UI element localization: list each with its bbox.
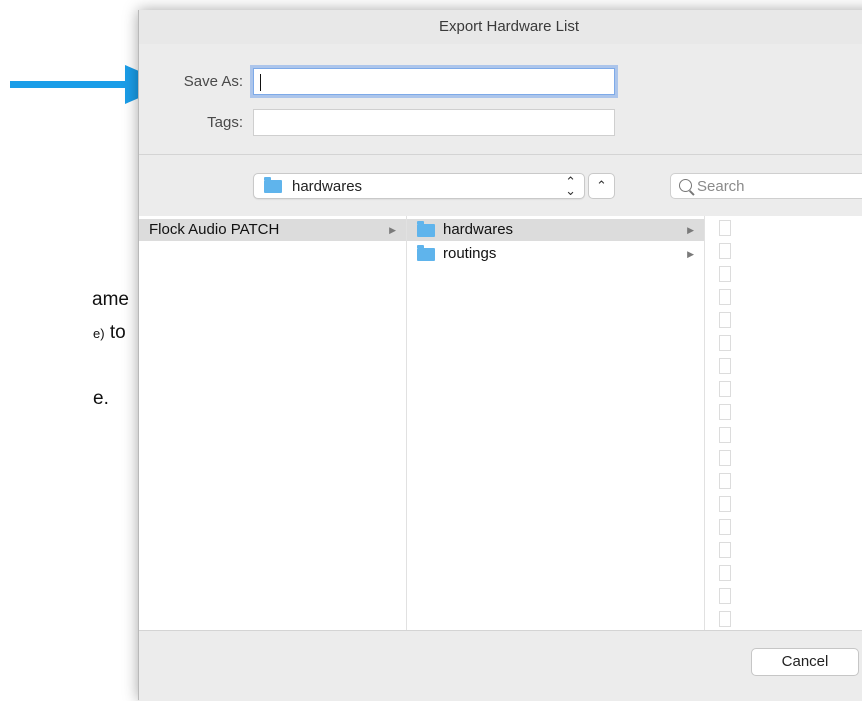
list-item[interactable]: routings ▶ [407,243,704,265]
enclosing-folder-button[interactable]: ⌃ [588,173,615,199]
export-dialog: Export Hardware List Save As: Tags: hard… [138,10,862,701]
document-icon [719,243,731,259]
document-icon [719,519,731,535]
document-icon [719,542,731,558]
document-icon [719,266,731,282]
dialog-title: Export Hardware List [139,10,862,44]
disclosure-triangle-icon: ▶ [687,225,694,235]
browser-column-1: Flock Audio PATCH ▶ [139,216,407,630]
list-item-label: routings [443,245,497,262]
document-icon [719,427,731,443]
chevron-up-down-icon: ⌃ ⌄ [565,174,576,198]
chevron-up-icon: ⌃ [596,178,607,193]
document-icon [719,220,731,236]
cancel-button[interactable]: Cancel [751,648,859,676]
save-as-input[interactable] [253,68,615,95]
dialog-footer: Cancel [139,630,862,701]
document-icon [719,404,731,420]
text-caret [260,74,261,91]
background-text-line2: e) to [93,322,126,344]
document-icon [719,565,731,581]
list-item-label: hardwares [443,221,514,238]
browser-column-3 [705,216,862,630]
location-popup[interactable]: hardwares ⌃ ⌄ [253,173,585,199]
document-icon [719,358,731,374]
search-icon [679,179,692,192]
list-item-label: Flock Audio PATCH [149,221,280,238]
document-icon [719,473,731,489]
file-browser: Flock Audio PATCH ▶ hardwares ▶ routings… [139,216,862,630]
list-item[interactable]: Flock Audio PATCH ▶ [139,219,406,241]
tags-label: Tags: [207,114,243,131]
tags-input[interactable] [253,109,615,136]
list-item[interactable]: hardwares ▶ [407,219,704,241]
browser-column-2: hardwares ▶ routings ▶ [407,216,705,630]
disclosure-triangle-icon: ▶ [687,249,694,259]
disclosure-triangle-icon: ▶ [389,225,396,235]
background-text-line2-part-b: to [109,322,126,343]
save-as-label: Save As: [183,73,243,90]
background-text-line1: ame [92,289,129,310]
document-icon [719,312,731,328]
folder-icon [417,221,435,237]
divider [139,154,862,155]
background-text-line2-part-a: e) [93,326,105,341]
folder-icon [264,177,282,193]
document-icon [719,588,731,604]
folder-icon [417,245,435,261]
document-icon [719,450,731,466]
background-text-line3: e. [93,388,109,409]
document-icon [719,381,731,397]
search-field[interactable]: Search [670,173,862,199]
document-icon [719,496,731,512]
location-label: hardwares [292,178,363,195]
document-icon [719,611,731,627]
document-icon [719,289,731,305]
document-icon [719,335,731,351]
search-placeholder: Search [697,178,745,195]
